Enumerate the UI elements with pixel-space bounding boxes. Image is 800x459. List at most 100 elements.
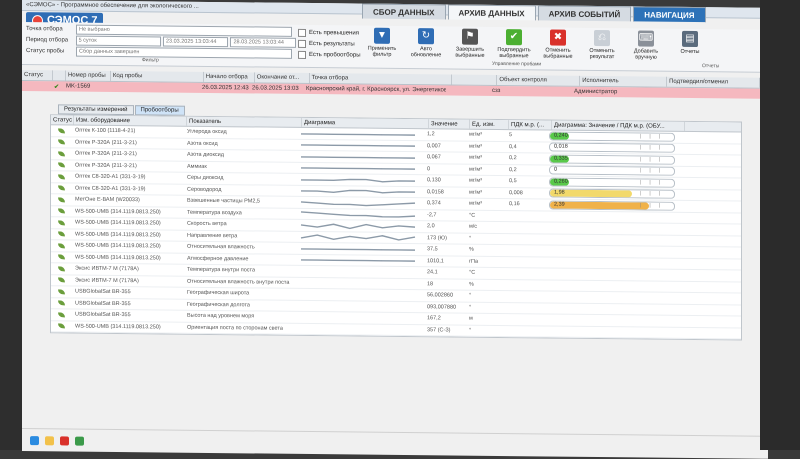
ribbon-button-label: Отменить выбранные	[536, 47, 580, 59]
app-taskbar-icon[interactable]	[60, 436, 69, 445]
sparkline-cell	[299, 209, 423, 219]
explorer-icon[interactable]	[45, 436, 54, 445]
column-header[interactable]: Объект контроля	[497, 75, 580, 86]
column-header[interactable]: Исполнитель	[580, 76, 667, 87]
ribbon-button-3[interactable]: ✔Подтвердить выбранные	[492, 27, 536, 65]
column-header[interactable]: Окончание от...	[255, 72, 310, 83]
filter-icon: ▼	[374, 28, 390, 44]
ratio-bar: 0,018|||	[549, 143, 675, 153]
tab-samplings[interactable]: Пробоотборы	[135, 105, 185, 116]
column-header[interactable]: Начало отбора	[204, 72, 255, 83]
column-header[interactable]: Значение	[429, 119, 470, 128]
unit-cell: гПа	[465, 258, 505, 264]
unit-cell: мг/м³	[465, 189, 505, 195]
sparkline-cell	[299, 140, 423, 150]
tab-navigation[interactable]: НАВИГАЦИЯ	[633, 6, 705, 22]
column-header[interactable]: Точка отбора	[310, 73, 453, 84]
equipment-cell: WS-500-UMB (314.1119.0813.250)	[71, 243, 185, 250]
status-leaf-cell	[51, 301, 71, 306]
unit-cell: мг/м³	[465, 132, 505, 138]
pdk-cell: 0,2	[505, 155, 549, 161]
app-window: «СЭМОС» - Программное обеспечение для эк…	[22, 0, 760, 458]
taskbar-icon[interactable]	[75, 436, 84, 445]
equipment-cell: USBGlobalSat BR-355	[71, 312, 185, 319]
indicator-cell: Скорость ветра	[185, 221, 299, 228]
ribbon-button-5[interactable]: ⎌Отменить результат	[580, 28, 624, 66]
row-check-icon[interactable]: ✔	[52, 81, 64, 91]
ratio-diagram-cell	[549, 308, 679, 309]
filter-period-select[interactable]: 5 суток	[76, 36, 161, 47]
ratio-diagram-cell: 0|||	[549, 166, 679, 176]
column-header[interactable]: Изм. оборудование	[74, 116, 187, 126]
cancel-icon: ✖	[550, 30, 566, 46]
ribbon-button-label: Добавить вручную	[624, 48, 668, 60]
sample-end: 26.03.2025 13:03	[250, 83, 304, 94]
sparkline	[299, 221, 417, 231]
leaf-status-icon	[58, 289, 65, 294]
column-header[interactable]: Диаграмма	[302, 118, 429, 128]
tab-data-archive[interactable]: АРХИВ ДАННЫХ	[448, 4, 536, 20]
column-header[interactable]	[53, 70, 66, 80]
leaf-status-icon	[58, 128, 65, 133]
ratio-diagram-cell	[549, 274, 679, 275]
column-header[interactable]: Статус	[22, 70, 53, 80]
unit-cell: мг/м³	[465, 166, 505, 172]
sparkline	[299, 163, 417, 173]
leaf-status-icon	[58, 255, 65, 260]
ribbon-button-4[interactable]: ✖Отменить выбранные	[536, 27, 580, 65]
sparkline-line	[301, 235, 415, 240]
filter-date-from[interactable]: 23.03.2025 13:03:44	[163, 36, 229, 47]
sparkline-line	[301, 202, 415, 206]
tab-collect-data[interactable]: СБОР ДАННЫХ	[362, 4, 446, 20]
check-exceedances[interactable]: Есть превышения	[298, 27, 361, 39]
sparkline-cell	[299, 198, 423, 208]
column-header[interactable]: Подтвердил/отменил	[667, 77, 760, 88]
monitor-bezel-left	[0, 0, 22, 450]
column-header[interactable]: Номер пробы	[66, 70, 111, 80]
column-header[interactable]: Показатель	[187, 117, 302, 127]
check-results[interactable]: Есть результаты	[298, 38, 361, 50]
column-header[interactable]: Ед. изм.	[470, 120, 509, 129]
ribbon-button-2[interactable]: ⚑Завершить выбранные	[448, 26, 492, 64]
equipment-cell: WS-500-UMB (314.1119.0813.250)	[71, 323, 185, 330]
ratio-diagram-cell	[549, 320, 679, 321]
equipment-cell: WS-500-UMB (314.1119.0813.250)	[71, 220, 185, 227]
ribbon-button-label: Завершить выбранные	[448, 46, 492, 58]
unit-cell: мг/м³	[465, 155, 505, 161]
indicator-cell: Географическая широта	[185, 290, 299, 297]
check-samplings[interactable]: Есть пробоотборы	[298, 49, 361, 61]
column-header[interactable]: Диаграмма: Значение / ПДК м.р. (ОБУ...	[552, 121, 685, 131]
leaf-status-icon	[58, 278, 65, 283]
ratio-diagram-cell	[549, 228, 679, 229]
unit-cell: м/с	[465, 224, 505, 230]
ratio-bar: 0,240|||	[549, 131, 675, 141]
filter-date-to[interactable]: 28.03.2025 13:03:44	[230, 37, 296, 48]
filter-group-label: Фильтр	[142, 57, 159, 63]
sparkline	[299, 255, 417, 265]
leaf-status-icon	[58, 163, 65, 168]
ratio-ticks: |||	[640, 145, 668, 152]
ribbon-button-6[interactable]: ⌨Добавить вручную	[624, 28, 668, 66]
ribbon-button-7[interactable]: ▤Отчеты	[668, 29, 712, 67]
column-header[interactable]: ПДК м.р. (...	[509, 120, 552, 129]
ribbon-button-0[interactable]: ▼Применить фильтр	[360, 26, 404, 64]
unit-cell: %	[465, 247, 505, 253]
status-leaf-cell	[51, 186, 71, 191]
ratio-value: 2,39	[554, 201, 565, 208]
unit-cell: мг/м³	[465, 143, 505, 149]
column-header[interactable]: Код пробы	[111, 71, 204, 82]
check-icon: ✔	[506, 29, 522, 45]
start-icon[interactable]	[30, 436, 39, 445]
column-header[interactable]	[452, 75, 497, 85]
indicator-cell: Относительная влажность внутри поста	[185, 278, 299, 285]
leaf-status-icon	[58, 312, 65, 317]
column-header[interactable]: Статус	[51, 115, 74, 124]
equipment-cell: Оптек С8-320-А1 (331-3-19)	[71, 185, 185, 192]
tab-event-archive[interactable]: АРХИВ СОБЫТИЙ	[538, 5, 632, 21]
value-cell: -2,7	[423, 212, 465, 218]
ribbon-button-1[interactable]: ↻Авто обновление	[404, 26, 448, 64]
filter-status-select[interactable]: Сбор данных завершен	[76, 47, 292, 59]
status-leaf-cell	[51, 174, 71, 179]
ratio-value: 0,260	[554, 178, 568, 185]
ratio-bar-fill	[550, 201, 649, 209]
